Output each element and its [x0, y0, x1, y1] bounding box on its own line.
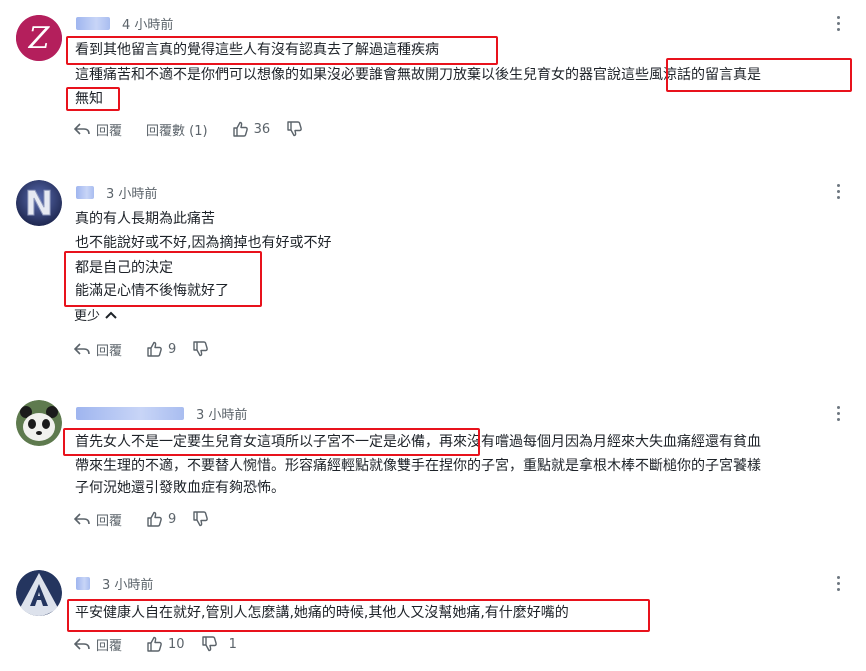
more-options-icon[interactable] [830, 576, 846, 592]
timestamp: 3 小時前 [106, 186, 158, 202]
like-count: 9 [168, 341, 177, 357]
thumbs-up-icon [147, 636, 162, 652]
like-count: 9 [168, 511, 177, 527]
avatar-n[interactable]: N [16, 180, 62, 226]
like-button[interactable]: 36 [232, 121, 271, 137]
replies-count-button[interactable]: 回覆數 (1) [146, 120, 208, 139]
reply-label: 回覆 [96, 638, 123, 654]
like-count: 36 [253, 121, 271, 137]
comment-line: 也不能說好或不好,因為摘掉也有好或不好 [75, 235, 332, 251]
comment-actions: 回覆 10 1 [74, 634, 261, 654]
comment-meta: 3 小時前 [76, 182, 157, 202]
reply-label: 回覆 [96, 123, 123, 139]
avatar-letter: Z [28, 21, 51, 56]
reply-button[interactable]: 回覆 [74, 120, 122, 139]
comment-meta: 3 小時前 [76, 573, 153, 593]
replies-count-label: 回覆數 (1) [146, 123, 208, 139]
highlight-box [66, 36, 498, 65]
reply-label: 回覆 [96, 513, 123, 529]
comment-meta: 4 小時前 [76, 13, 173, 33]
comment-meta: 3 小時前 [76, 403, 247, 423]
reply-button[interactable]: 回覆 [74, 635, 122, 654]
comment-actions: 回覆 回覆數 (1) 36 [74, 119, 332, 139]
username-redacted[interactable] [76, 185, 94, 199]
reply-icon [74, 343, 90, 355]
username-redacted[interactable] [76, 406, 184, 420]
username-redacted[interactable] [76, 16, 110, 30]
avatar-z[interactable]: Z [16, 15, 62, 61]
dislike-count: 1 [228, 636, 237, 652]
dislike-button[interactable]: 1 [201, 636, 237, 652]
thumbs-down-icon [287, 121, 302, 137]
reply-icon [74, 513, 90, 525]
comment-line: 帶來生理的不適，不要替人惋惜。形容痛經輕點就像雙手在捏你的子宮，重點就是拿根木棒… [75, 458, 761, 474]
timestamp: 3 小時前 [102, 577, 154, 593]
highlight-box [64, 251, 262, 307]
like-button[interactable]: 9 [146, 341, 176, 357]
thumbs-down-icon [193, 341, 209, 357]
avatar-letter: N [25, 184, 53, 224]
avatar-a-icon [16, 570, 62, 616]
highlight-box [63, 428, 480, 456]
timestamp: 3 小時前 [196, 407, 248, 423]
thumbs-up-icon [147, 511, 162, 527]
show-less-label: 更少 [74, 309, 101, 324]
avatar-panda[interactable] [16, 400, 62, 446]
reply-icon [74, 123, 90, 135]
show-less-button[interactable]: 更少 [74, 305, 117, 324]
dislike-button[interactable] [286, 121, 308, 137]
thumbs-up-icon [147, 341, 162, 357]
timestamp: 4 小時前 [122, 17, 174, 33]
more-options-icon[interactable] [830, 406, 846, 422]
panda-avatar-icon [16, 400, 62, 446]
comment-line: 子何況她還引發敗血症有夠恐怖。 [75, 480, 285, 496]
comment-actions: 回覆 9 [74, 509, 238, 529]
more-options-icon[interactable] [830, 16, 846, 32]
chevron-up-icon [105, 311, 117, 319]
highlight-box [666, 58, 852, 92]
avatar-z-icon: Z [16, 15, 62, 61]
comment-line: 這種痛苦和不適不是你們可以想像的如果沒必要誰會無故開刀放棄以後生兒育女的器官說這… [75, 67, 761, 83]
like-count: 10 [168, 636, 185, 652]
like-button[interactable]: 10 [146, 636, 185, 652]
thumbs-up-icon [232, 121, 248, 137]
reply-label: 回覆 [96, 343, 123, 359]
more-options-icon[interactable] [830, 184, 846, 200]
thumbs-down-icon [193, 511, 209, 527]
comment-actions: 回覆 9 [74, 339, 238, 359]
avatar-a[interactable] [16, 570, 62, 616]
avatar-n-icon: N [16, 180, 62, 226]
thumbs-down-icon [201, 636, 217, 652]
like-button[interactable]: 9 [146, 511, 176, 527]
reply-button[interactable]: 回覆 [74, 340, 122, 359]
highlight-box [66, 87, 120, 111]
comment-line: 真的有人長期為此痛苦 [75, 211, 215, 227]
dislike-button[interactable] [192, 511, 214, 527]
reply-button[interactable]: 回覆 [74, 510, 122, 529]
reply-icon [74, 638, 90, 650]
dislike-button[interactable] [192, 341, 214, 357]
highlight-box [67, 599, 650, 632]
username-redacted[interactable] [76, 576, 90, 590]
